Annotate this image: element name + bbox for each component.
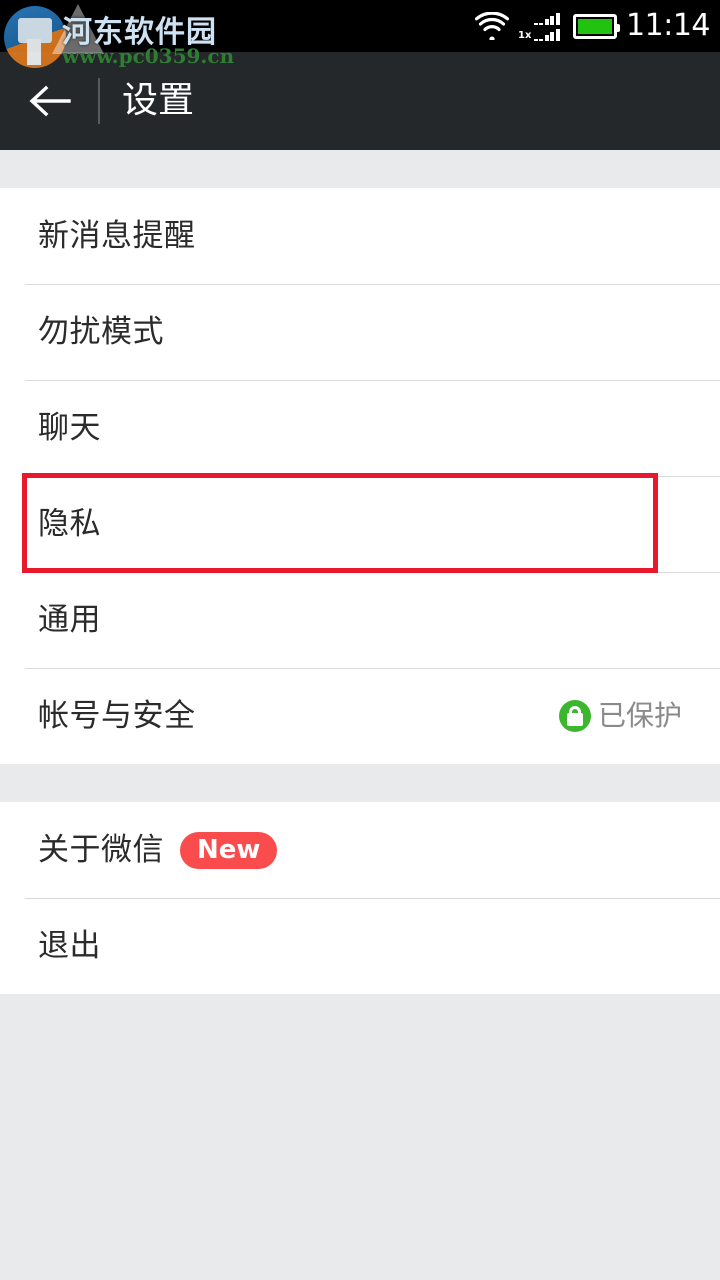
nav-divider — [98, 78, 100, 124]
status-bar: 1x 1x 11:14 — [0, 0, 720, 52]
row-label: 新消息提醒 — [38, 218, 196, 254]
signal-row-primary: 1x — [518, 11, 564, 25]
page-title: 设置 — [122, 80, 195, 121]
row-label: 帐号与安全 — [38, 698, 196, 734]
signal-strength-icon: 1x 1x — [518, 8, 564, 44]
status-clock: 11:14 — [626, 8, 710, 43]
settings-row-do-not-disturb[interactable]: 勿扰模式 — [0, 284, 720, 380]
status-bar-icons: 1x 1x 11:14 — [474, 0, 710, 52]
row-status: 已保护 — [558, 699, 682, 733]
settings-row-account-security[interactable]: 帐号与安全 已保护 — [0, 668, 720, 764]
signal-bar-1 — [539, 23, 544, 25]
settings-row-logout[interactable]: 退出 — [0, 898, 720, 994]
signal-bar-2 — [544, 19, 549, 25]
signal-type-label: 1x — [518, 30, 532, 41]
row-label: 隐私 — [38, 506, 101, 542]
row-value: 已保护 — [597, 699, 682, 732]
battery-icon — [573, 13, 621, 39]
signal-bar-0 — [533, 23, 538, 25]
signal2-bar-3 — [550, 32, 555, 41]
section-gap-bottom — [0, 996, 720, 1280]
settings-row-about-wechat[interactable]: 关于微信 New — [0, 802, 720, 898]
signal-bar-3 — [550, 16, 555, 25]
section-gap-middle — [0, 762, 720, 802]
section-gap-top — [0, 150, 720, 188]
row-label: 通用 — [38, 602, 101, 638]
new-badge: New — [180, 831, 278, 869]
settings-row-chat[interactable]: 聊天 — [0, 380, 720, 476]
signal2-bar-1 — [539, 39, 544, 41]
navigation-bar: 设置 — [0, 52, 720, 150]
row-label: 退出 — [38, 928, 101, 964]
settings-group-secondary: 关于微信 New 退出 — [0, 802, 720, 994]
signal2-bar-4 — [555, 29, 560, 41]
lock-icon — [558, 700, 591, 732]
signal-bar-4 — [555, 13, 560, 25]
wifi-icon — [474, 11, 510, 42]
signal-row-secondary: 1x — [518, 27, 564, 41]
row-label: 勿扰模式 — [38, 314, 164, 350]
signal2-bar-2 — [544, 35, 549, 41]
row-label: 关于微信 — [38, 832, 164, 868]
settings-row-privacy[interactable]: 隐私 — [0, 476, 720, 572]
row-label: 聊天 — [38, 410, 101, 446]
signal2-bar-0 — [533, 39, 538, 41]
back-arrow-icon[interactable] — [24, 78, 78, 124]
settings-row-general[interactable]: 通用 — [0, 572, 720, 668]
settings-group-primary: 新消息提醒 勿扰模式 聊天 隐私 通用 帐号与安全 已保护 — [0, 188, 720, 764]
settings-row-new-message-alert[interactable]: 新消息提醒 — [0, 188, 720, 284]
